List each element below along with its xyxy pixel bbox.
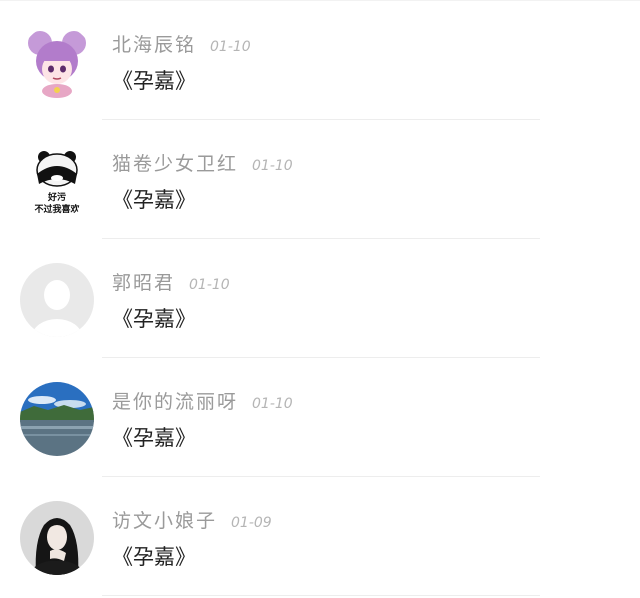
woman-photo-avatar-icon [20, 501, 94, 575]
user-avatar[interactable] [20, 382, 94, 456]
anime-girl-avatar-icon [20, 25, 94, 99]
user-avatar[interactable] [20, 501, 94, 575]
comment-text: 《孕嘉》 [112, 188, 196, 212]
comment-text: 《孕嘉》 [112, 545, 196, 569]
user-avatar[interactable]: 好污 不过我喜欢 [20, 144, 94, 218]
username[interactable]: 猫卷少女卫红 [112, 153, 238, 175]
lake-landscape-avatar-icon [20, 382, 94, 456]
comment-date: 01-10 [189, 277, 230, 293]
username[interactable]: 是你的流丽呀 [112, 391, 238, 413]
comment-date: 01-10 [252, 158, 293, 174]
row-divider [102, 595, 540, 596]
comment-item: 北海辰铭 01-10 《孕嘉》 [0, 1, 640, 120]
panda-meme-avatar-icon: 好污 不过我喜欢 [20, 144, 94, 218]
comment-item: 好污 不过我喜欢 猫卷少女卫红 01-10 《孕嘉》 [0, 120, 640, 239]
comment-text: 《孕嘉》 [112, 69, 196, 93]
comment-date: 01-10 [210, 39, 251, 55]
comment-item: 郭昭君 01-10 《孕嘉》 [0, 239, 640, 358]
comment-item: 是你的流丽呀 01-10 《孕嘉》 [0, 358, 640, 477]
comment-date: 01-10 [252, 396, 293, 412]
comment-text: 《孕嘉》 [112, 426, 196, 450]
default-user-avatar-icon [20, 263, 94, 337]
user-avatar[interactable] [20, 25, 94, 99]
comment-item: 访文小娘子 01-09 《孕嘉》 [0, 477, 640, 596]
comment-text: 《孕嘉》 [112, 307, 196, 331]
username[interactable]: 访文小娘子 [112, 510, 217, 532]
panda-caption-line1: 好污 [47, 191, 66, 203]
user-avatar[interactable] [20, 263, 94, 337]
panda-caption-line2: 不过我喜欢 [34, 203, 80, 215]
username[interactable]: 北海辰铭 [112, 34, 196, 56]
username[interactable]: 郭昭君 [112, 272, 175, 294]
comment-date: 01-09 [231, 515, 272, 531]
